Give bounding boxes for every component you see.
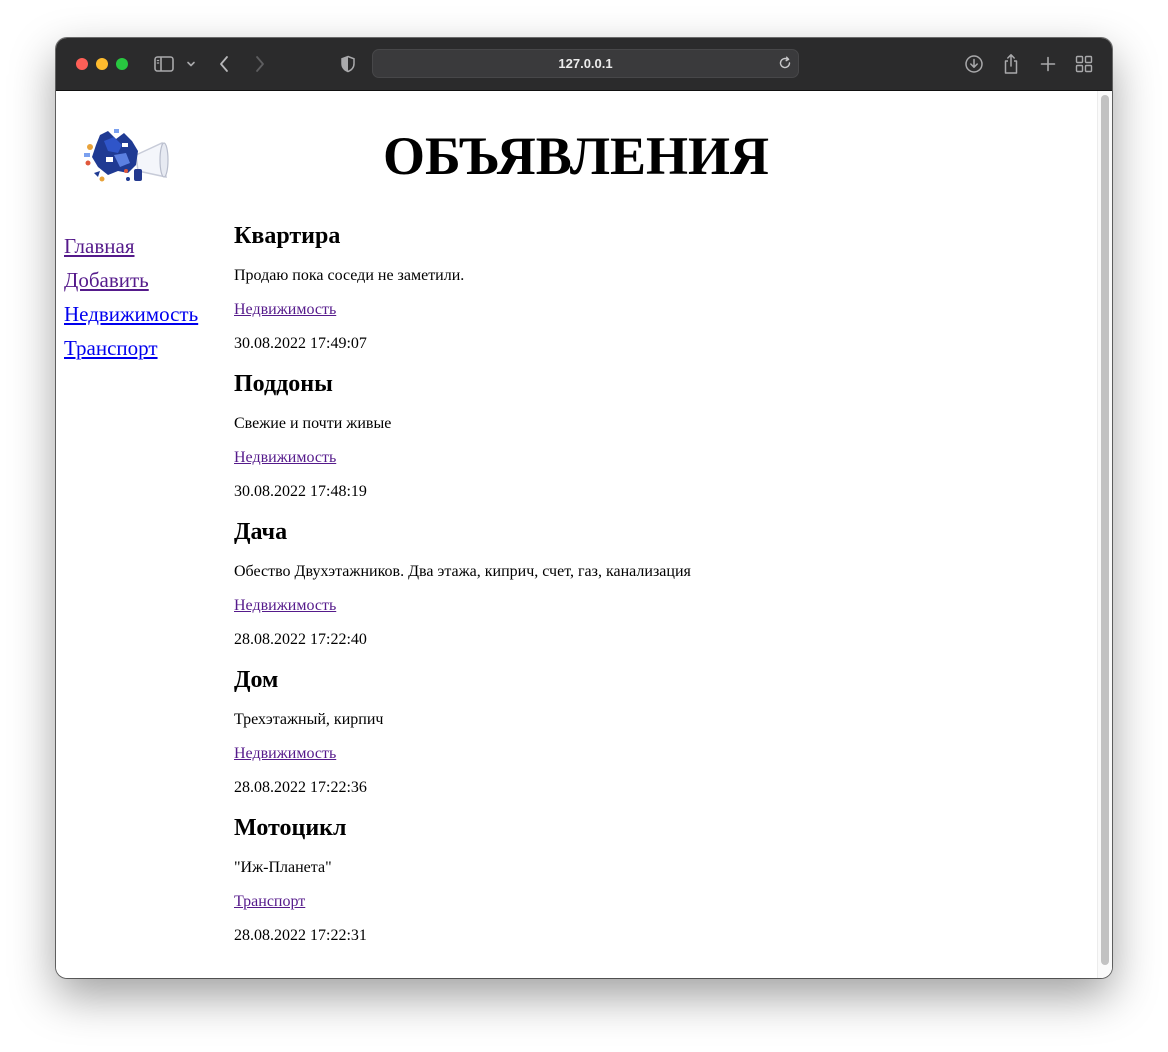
ad-category-link[interactable]: Транспорт bbox=[234, 893, 1074, 911]
ad-item: Дом Трехэтажный, кирпич Недвижимость 28.… bbox=[234, 665, 1074, 797]
sidebar-toggle-icon[interactable] bbox=[152, 52, 176, 76]
ad-description: "Иж-Планета" bbox=[234, 859, 332, 876]
ad-title[interactable]: Дача bbox=[234, 517, 1074, 547]
ad-item: Дача Обество Двухэтажников. Два этажа, к… bbox=[234, 517, 1074, 649]
chevron-down-icon[interactable] bbox=[184, 52, 198, 76]
sidebar-link-home[interactable]: Главная bbox=[64, 229, 198, 263]
ad-date: 28.08.2022 17:22:31 bbox=[234, 927, 367, 944]
megaphone-logo bbox=[78, 127, 170, 189]
back-icon[interactable] bbox=[214, 52, 234, 76]
ads-list: Квартира Продаю пока соседи не заметили.… bbox=[234, 221, 1074, 961]
ad-title[interactable]: Квартира bbox=[234, 221, 1074, 251]
downloads-icon[interactable] bbox=[962, 52, 986, 76]
ad-description: Продаю пока соседи не заметили. bbox=[234, 267, 465, 284]
reload-icon[interactable] bbox=[778, 56, 792, 75]
ad-date: 30.08.2022 17:49:07 bbox=[234, 335, 367, 352]
ad-item: Мотоцикл "Иж-Планета" Транспорт 28.08.20… bbox=[234, 813, 1074, 945]
new-tab-icon[interactable] bbox=[1036, 52, 1060, 76]
browser-window: 127.0.0.1 ОБЪЯВЛЕНИЯ Главная Добавить Не… bbox=[56, 38, 1112, 978]
ad-date: 28.08.2022 17:22:36 bbox=[234, 779, 367, 796]
ad-description: Свежие и почти живые bbox=[234, 415, 392, 432]
ad-date: 30.08.2022 17:48:19 bbox=[234, 483, 367, 500]
ad-category-link[interactable]: Недвижимость bbox=[234, 745, 1074, 763]
ad-title[interactable]: Поддоны bbox=[234, 369, 1074, 399]
ad-category-link[interactable]: Недвижимость bbox=[234, 449, 1074, 467]
ad-description: Трехэтажный, кирпич bbox=[234, 711, 384, 728]
ad-date: 28.08.2022 17:22:40 bbox=[234, 631, 367, 648]
sidebar-link-transport[interactable]: Транспорт bbox=[64, 331, 198, 365]
tab-overview-icon[interactable] bbox=[1072, 52, 1096, 76]
page-viewport: ОБЪЯВЛЕНИЯ Главная Добавить Недвижимость… bbox=[56, 91, 1112, 978]
ad-item: Квартира Продаю пока соседи не заметили.… bbox=[234, 221, 1074, 353]
shield-icon[interactable] bbox=[338, 52, 358, 76]
vertical-scrollbar[interactable] bbox=[1097, 91, 1112, 978]
ad-title[interactable]: Дом bbox=[234, 665, 1074, 695]
zoom-window-button[interactable] bbox=[116, 58, 128, 70]
sidebar-nav: Главная Добавить Недвижимость Транспорт bbox=[64, 229, 198, 365]
url-text: 127.0.0.1 bbox=[558, 56, 613, 71]
ad-title[interactable]: Мотоцикл bbox=[234, 813, 1074, 843]
ad-category-link[interactable]: Недвижимость bbox=[234, 301, 1074, 319]
address-bar[interactable]: 127.0.0.1 bbox=[372, 49, 799, 78]
ad-description: Обество Двухэтажников. Два этажа, киприч… bbox=[234, 563, 691, 580]
scrollbar-thumb[interactable] bbox=[1101, 95, 1109, 965]
close-window-button[interactable] bbox=[76, 58, 88, 70]
sidebar-link-add[interactable]: Добавить bbox=[64, 263, 198, 297]
forward-icon[interactable] bbox=[250, 52, 270, 76]
browser-toolbar: 127.0.0.1 bbox=[56, 38, 1112, 91]
ad-item: Поддоны Свежие и почти живые Недвижимост… bbox=[234, 369, 1074, 501]
sidebar-link-real-estate[interactable]: Недвижимость bbox=[64, 297, 198, 331]
minimize-window-button[interactable] bbox=[96, 58, 108, 70]
share-icon[interactable] bbox=[999, 52, 1023, 76]
page-title: ОБЪЯВЛЕНИЯ bbox=[383, 126, 769, 186]
ad-category-link[interactable]: Недвижимость bbox=[234, 597, 1074, 615]
